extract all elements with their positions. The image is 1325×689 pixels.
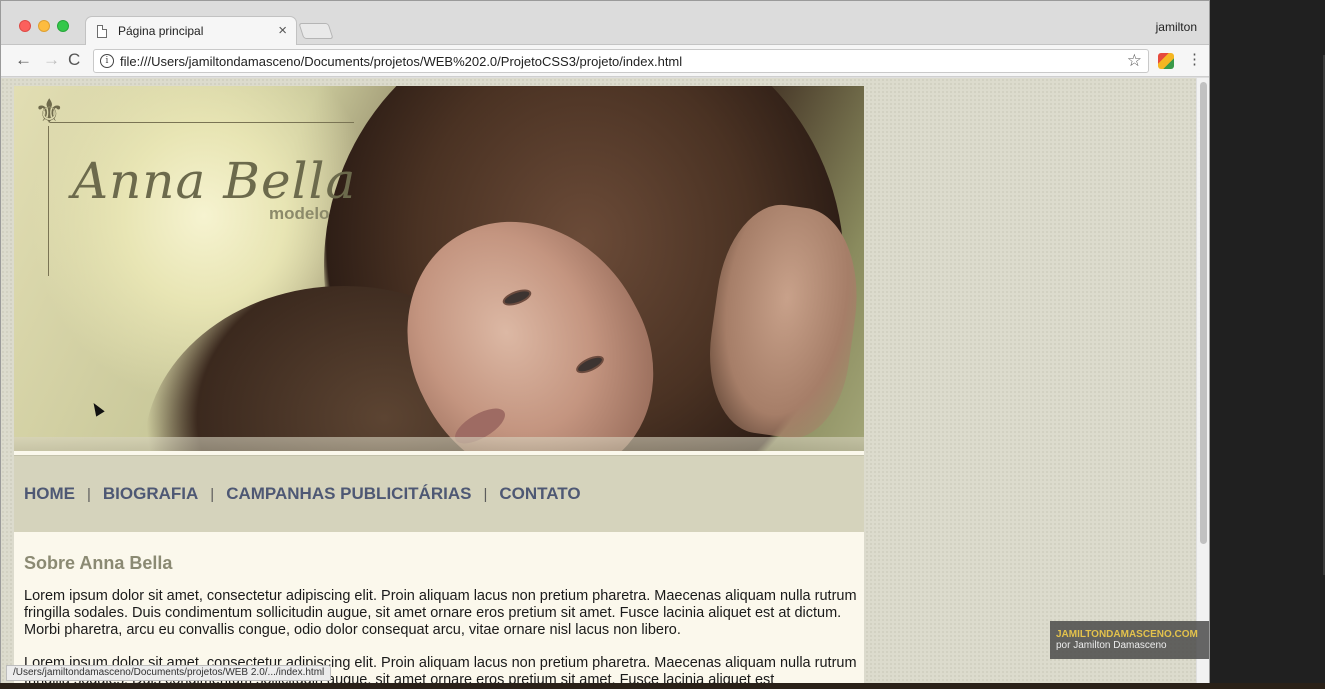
menu-dots-icon[interactable]: ⋮ bbox=[1187, 50, 1202, 70]
watermark-site: JAMILTONDAMASCENO.COM bbox=[1056, 629, 1198, 640]
nav-link-home[interactable]: HOME bbox=[24, 484, 75, 504]
body-paragraph: Lorem ipsum dolor sit amet, consectetur … bbox=[24, 588, 857, 638]
nav-separator: | bbox=[87, 485, 91, 503]
hero-shade bbox=[14, 437, 864, 451]
info-icon[interactable]: i bbox=[100, 54, 114, 68]
desktop-bottom-strip bbox=[0, 683, 1325, 689]
close-window-button[interactable] bbox=[19, 20, 31, 32]
forward-arrow-icon[interactable]: → bbox=[43, 49, 60, 71]
tab-bar: Página principal × jamilton bbox=[1, 1, 1209, 46]
minimize-window-button[interactable] bbox=[38, 20, 50, 32]
logo-name: Anna Bella bbox=[72, 152, 357, 210]
bookmark-star-icon[interactable]: ☆ bbox=[1127, 51, 1142, 71]
hero-banner: ⚜ Anna Bella modelo bbox=[14, 86, 864, 451]
nav-items: HOME | BIOGRAFIA | CAMPANHAS PUBLICITÁRI… bbox=[24, 484, 581, 504]
page-viewport: ⚜ Anna Bella modelo HOME | BIOGRAFIA | C… bbox=[1, 78, 1196, 684]
nav-link-contato[interactable]: CONTATO bbox=[499, 484, 580, 504]
nav-separator: | bbox=[483, 485, 488, 503]
maximize-window-button[interactable] bbox=[57, 20, 69, 32]
back-arrow-icon[interactable]: ← bbox=[15, 49, 32, 71]
nav-link-biografia[interactable]: BIOGRAFIA bbox=[103, 484, 198, 504]
tab-pagina-principal[interactable]: Página principal × bbox=[85, 16, 297, 46]
logo-subtitle: modelo bbox=[269, 204, 330, 223]
watermark-badge: JAMILTONDAMASCENO.COM por Jamilton Damas… bbox=[1050, 621, 1209, 659]
new-tab-button[interactable] bbox=[298, 23, 334, 39]
url-text[interactable]: file:///Users/jamiltondamasceno/Document… bbox=[120, 54, 682, 69]
close-tab-icon[interactable]: × bbox=[278, 22, 287, 40]
profile-name[interactable]: jamilton bbox=[1156, 20, 1197, 34]
logo-rule bbox=[48, 126, 49, 276]
site-container: ⚜ Anna Bella modelo HOME | BIOGRAFIA | C… bbox=[14, 86, 864, 684]
vertical-scrollbar[interactable] bbox=[1196, 78, 1209, 684]
status-bar-url: /Users/jamiltondamasceno/Documents/proje… bbox=[6, 665, 332, 681]
fleur-de-lis-icon: ⚜ bbox=[34, 92, 65, 132]
nav-separator: | bbox=[210, 485, 215, 503]
scroll-thumb[interactable] bbox=[1200, 82, 1207, 544]
watermark-author: por Jamilton Damasceno bbox=[1056, 640, 1167, 651]
document-icon bbox=[97, 25, 107, 38]
browser-window: Página principal × jamilton ← → C i file… bbox=[0, 0, 1210, 685]
logo-rule bbox=[50, 122, 354, 123]
address-bar[interactable]: i file:///Users/jamiltondamasceno/Docume… bbox=[93, 49, 1149, 73]
desktop-background bbox=[1210, 0, 1325, 689]
reload-icon[interactable]: C bbox=[68, 49, 80, 71]
browser-toolbar: ← → C i file:///Users/jamiltondamasceno/… bbox=[1, 45, 1209, 77]
nav-link-campanhas[interactable]: CAMPANHAS PUBLICITÁRIAS bbox=[226, 484, 471, 504]
extension-icon[interactable] bbox=[1158, 53, 1174, 69]
section-title: Sobre Anna Bella bbox=[24, 553, 173, 573]
site-nav: HOME | BIOGRAFIA | CAMPANHAS PUBLICITÁRI… bbox=[14, 455, 864, 532]
tab-title: Página principal bbox=[118, 24, 204, 38]
